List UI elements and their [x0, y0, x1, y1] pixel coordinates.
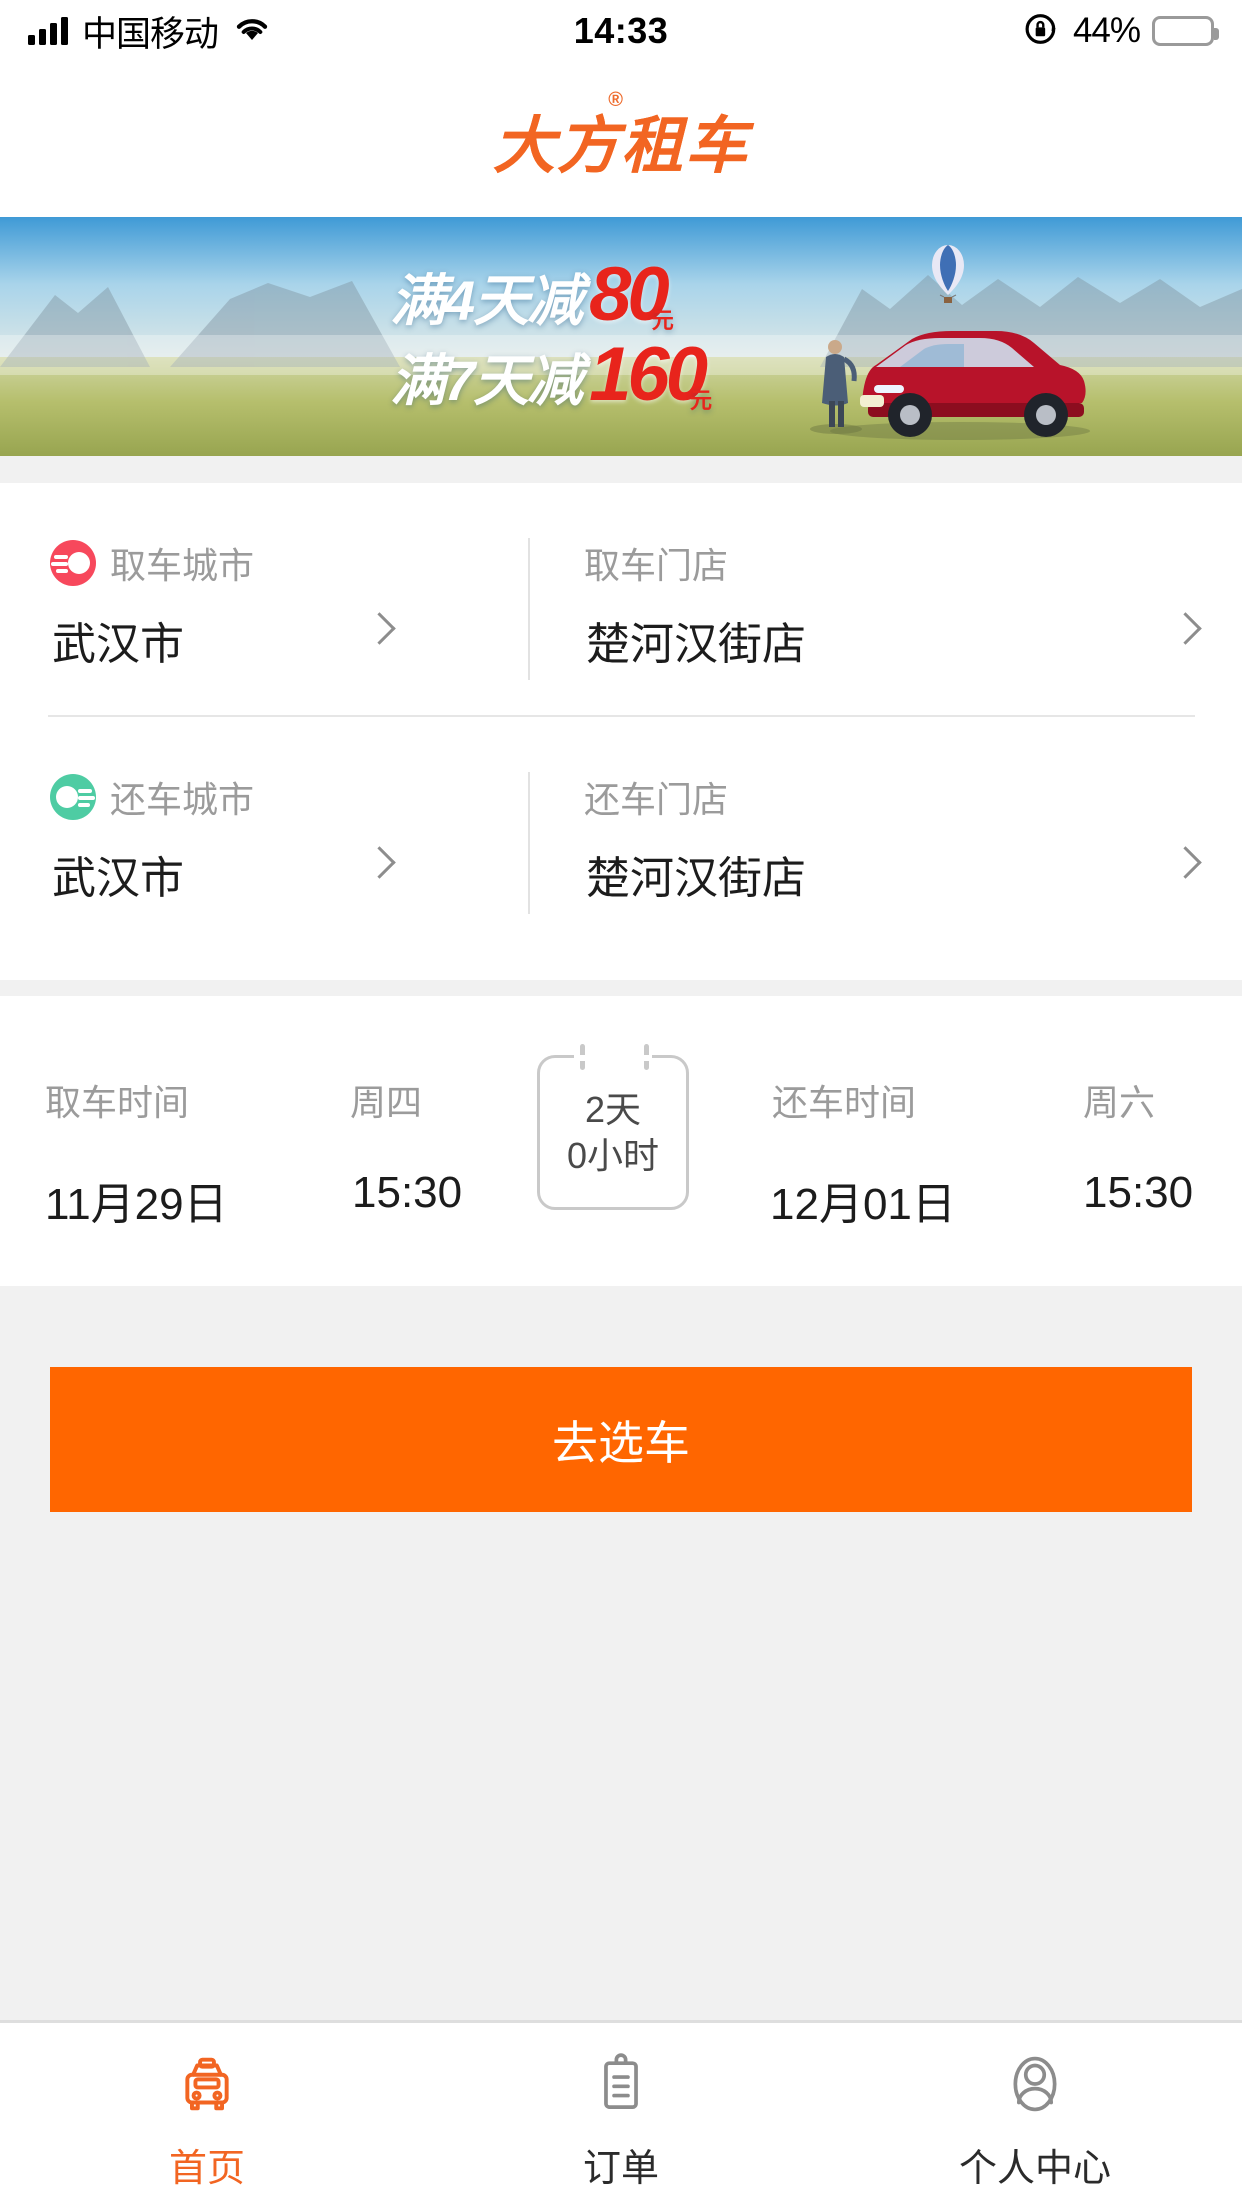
- clipboard-icon: [584, 2047, 658, 2121]
- status-bar-right: 44%: [1023, 10, 1219, 53]
- select-car-button[interactable]: 去选车: [50, 1367, 1192, 1512]
- battery-icon: [1152, 16, 1219, 46]
- person-icon: [998, 2047, 1072, 2121]
- banner-line2-amount: 160: [589, 331, 708, 417]
- bottom-tab-bar: 首页 订单 个人中心: [0, 2020, 1242, 2208]
- tab-orders-label: 订单: [582, 2148, 659, 2190]
- app-header: 大方租车 ®: [0, 62, 1242, 217]
- battery-percent-label: 44%: [1072, 11, 1141, 50]
- chevron-right-icon: [1172, 611, 1194, 649]
- banner-line2-label: 满7天减: [390, 348, 583, 412]
- car-icon: [170, 2047, 244, 2121]
- pickup-car-icon: [50, 540, 96, 586]
- return-city-label: 还车城市: [110, 779, 255, 820]
- return-weekday: 周六: [1083, 1082, 1156, 1123]
- badge-top-mask: [574, 1055, 652, 1061]
- banner-line-1: 满4天减 80 元: [390, 255, 712, 335]
- return-store-field[interactable]: 还车门店 楚河汉街店: [528, 717, 1242, 947]
- rotation-lock-icon: [1023, 10, 1061, 53]
- pickup-city-field[interactable]: 取车城市 武汉市: [0, 483, 528, 713]
- return-date-value[interactable]: 12月01日: [770, 1168, 956, 1232]
- return-city-value: 武汉市: [52, 854, 184, 903]
- return-time-label: 还车时间: [772, 1082, 917, 1123]
- pickup-city-value: 武汉市: [52, 620, 184, 669]
- pickup-time-value[interactable]: 15:30: [352, 1168, 462, 1218]
- pickup-city-label: 取车城市: [110, 545, 255, 586]
- return-time-value[interactable]: 15:30: [1083, 1168, 1193, 1218]
- duration-hours: 0小时: [566, 1134, 660, 1176]
- return-location-row: 还车城市 武汉市 还车门店 楚河汉街店: [0, 717, 1242, 947]
- rental-duration-badge: 2天 0小时: [537, 1044, 689, 1210]
- tab-home-label: 首页: [168, 2148, 245, 2190]
- banner-line2-unit: 元: [689, 387, 712, 413]
- return-car-icon: [50, 774, 96, 820]
- pickup-store-label: 取车门店: [584, 545, 729, 586]
- tab-home[interactable]: 首页: [0, 2047, 414, 2192]
- pickup-store-field[interactable]: 取车门店 楚河汉街店: [528, 483, 1242, 713]
- pickup-location-row: 取车城市 武汉市 取车门店 楚河汉街店: [0, 483, 1242, 717]
- pickup-date-value[interactable]: 11月29日: [45, 1168, 228, 1232]
- return-city-field[interactable]: 还车城市 武汉市: [0, 717, 528, 947]
- pickup-weekday: 周四: [350, 1082, 423, 1123]
- banner-line-2: 满7天减 160 元: [390, 331, 712, 417]
- location-card: 取车城市 武汉市 取车门店 楚河汉街店 还车城市 武汉市 还车门店 楚河汉街店: [0, 483, 1242, 980]
- chevron-right-icon: [366, 611, 388, 649]
- status-bar: 中国移动 14:33 44%: [0, 0, 1242, 62]
- return-store-label: 还车门店: [584, 779, 729, 820]
- brand-logo: 大方租车 ®: [492, 89, 749, 185]
- chevron-right-icon: [366, 845, 388, 883]
- pickup-city-label-group: 取车城市: [50, 537, 254, 589]
- return-column-divider: [528, 772, 530, 914]
- section-gap-top: [0, 456, 1242, 483]
- return-city-label-group: 还车城市: [50, 771, 254, 823]
- tab-orders[interactable]: 订单: [414, 2047, 828, 2192]
- banner-line1-unit: 元: [651, 308, 674, 333]
- tab-profile[interactable]: 个人中心: [828, 2047, 1242, 2192]
- pickup-column-divider: [528, 538, 530, 680]
- tab-profile-label: 个人中心: [958, 2148, 1111, 2190]
- banner-text: 满4天减 80 元 满7天减 160 元: [390, 255, 712, 415]
- promo-banner[interactable]: 满4天减 80 元 满7天减 160 元: [0, 217, 1242, 456]
- app-screen: 中国移动 14:33 44% 大方租车 ® 满4天减 80 元 满7天减 160…: [0, 0, 1242, 2208]
- registered-mark: ®: [608, 88, 625, 111]
- banner-line1-label: 满4天减: [390, 269, 583, 332]
- chevron-right-icon: [1172, 845, 1194, 883]
- duration-days: 2天: [584, 1088, 642, 1130]
- pickup-time-label: 取车时间: [45, 1082, 190, 1123]
- brand-logo-text: 大方租车: [492, 111, 749, 181]
- return-store-value: 楚河汉街店: [586, 854, 806, 903]
- section-gap-middle: [0, 980, 1242, 996]
- pickup-store-value: 楚河汉街店: [586, 620, 806, 669]
